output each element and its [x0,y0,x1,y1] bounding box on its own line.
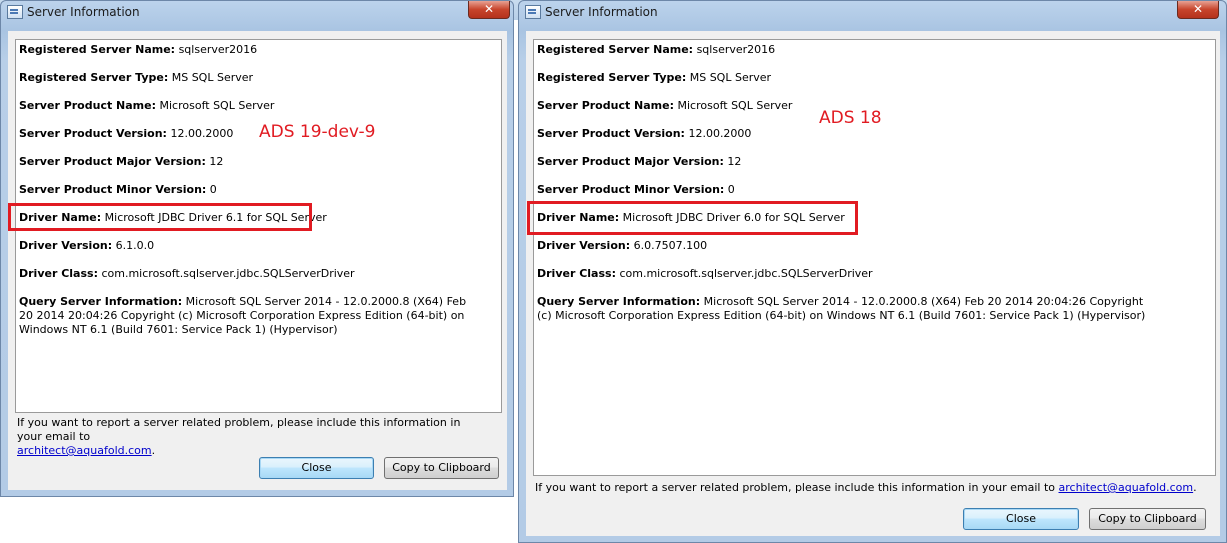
field-driver-name: Driver Name: Microsoft JDBC Driver 6.1 f… [19,211,327,225]
field-registered-server-name: Registered Server Name: sqlserver2016 [19,43,257,57]
field-value: MS SQL Server [686,71,772,84]
field-value: sqlserver2016 [693,43,776,56]
field-server-product-major-version: Server Product Major Version: 12 [537,155,741,169]
close-button[interactable]: Close [259,457,374,479]
server-information-window-left: Server Information ✕ Registered Server N… [0,0,514,497]
window-title: Server Information [27,5,140,19]
field-label: Server Product Minor Version: [19,183,207,196]
field-driver-class: Driver Class: com.microsoft.sqlserver.jd… [19,267,355,281]
title-bar[interactable]: Server Information [519,1,1226,25]
copy-to-clipboard-button[interactable]: Copy to Clipboard [1089,508,1206,530]
field-label: Driver Class: [537,267,616,280]
field-server-product-major-version: Server Product Major Version: 12 [19,155,223,169]
field-value: Microsoft SQL Server [674,99,793,112]
field-label: Server Product Version: [19,127,167,140]
field-label: Server Product Major Version: [19,155,206,168]
field-value: 12.00.2000 [684,127,752,140]
field-label: Registered Server Type: [537,71,687,84]
field-value: 0 [724,183,735,196]
field-label: Registered Server Type: [19,71,169,84]
title-bar[interactable]: Server Information [1,1,513,25]
field-label: Driver Name: [537,211,620,224]
note-text: If you want to report a server related p… [17,416,461,443]
field-driver-name: Driver Name: Microsoft JDBC Driver 6.0 f… [537,211,845,225]
field-value: com.microsoft.sqlserver.jdbc.SQLServerDr… [615,267,873,280]
field-server-product-name: Server Product Name: Microsoft SQL Serve… [537,99,792,113]
field-server-product-version: Server Product Version: 12.00.2000 [537,127,751,141]
field-label: Driver Class: [19,267,98,280]
note-end: . [151,444,156,457]
field-driver-class: Driver Class: com.microsoft.sqlserver.jd… [537,267,873,281]
field-label: Server Product Version: [537,127,685,140]
field-label: Server Product Minor Version: [537,183,725,196]
field-value: 12 [205,155,224,168]
dialog-client-area: Registered Server Name: sqlserver2016 Re… [8,31,507,490]
note-end: . [1193,481,1197,494]
window-icon [525,5,541,19]
field-value: 12 [723,155,742,168]
field-value: Microsoft JDBC Driver 6.0 for SQL Server [619,211,845,224]
field-driver-version: Driver Version: 6.0.7507.100 [537,239,707,253]
field-label: Driver Version: [537,239,631,252]
copy-to-clipboard-button[interactable]: Copy to Clipboard [384,457,499,479]
server-info-panel: Registered Server Name: sqlserver2016 Re… [15,39,502,413]
report-note: If you want to report a server related p… [535,481,1215,495]
dialog-client-area: Registered Server Name: sqlserver2016 Re… [526,31,1220,536]
field-label: Query Server Information: [19,295,183,308]
window-title: Server Information [545,5,658,19]
field-query-server-information: Query Server Information: Microsoft SQL … [537,295,1147,323]
field-label: Server Product Name: [19,99,157,112]
field-label: Driver Name: [19,211,102,224]
field-value: 6.0.7507.100 [630,239,708,252]
field-server-product-minor-version: Server Product Minor Version: 0 [19,183,217,197]
field-server-product-name: Server Product Name: Microsoft SQL Serve… [19,99,274,113]
field-label: Registered Server Name: [19,43,176,56]
field-label: Server Product Major Version: [537,155,724,168]
close-x-icon[interactable]: ✕ [468,1,510,19]
field-label: Registered Server Name: [537,43,694,56]
field-value: sqlserver2016 [175,43,258,56]
close-x-icon[interactable]: ✕ [1177,1,1219,19]
version-annotation: ADS 19-dev-9 [259,122,376,142]
field-value: Microsoft SQL Server [156,99,275,112]
email-link[interactable]: architect@aquafold.com [1059,481,1194,494]
server-info-panel: Registered Server Name: sqlserver2016 Re… [533,39,1216,476]
field-value: MS SQL Server [168,71,254,84]
field-server-product-minor-version: Server Product Minor Version: 0 [537,183,735,197]
close-button[interactable]: Close [963,508,1079,530]
report-note: If you want to report a server related p… [17,416,487,458]
field-server-product-version: Server Product Version: 12.00.2000 [19,127,233,141]
note-text: If you want to report a server related p… [535,481,1056,494]
field-value: 12.00.2000 [166,127,234,140]
window-icon [7,5,23,19]
server-information-window-right: Server Information ✕ Registered Server N… [518,0,1227,543]
field-registered-server-type: Registered Server Type: MS SQL Server [537,71,771,85]
version-annotation: ADS 18 [819,108,882,128]
field-registered-server-name: Registered Server Name: sqlserver2016 [537,43,775,57]
field-label: Driver Version: [19,239,113,252]
field-value: 6.1.0.0 [112,239,155,252]
email-link[interactable]: architect@aquafold.com [17,444,152,457]
field-value: Microsoft JDBC Driver 6.1 for SQL Server [101,211,327,224]
field-query-server-information: Query Server Information: Microsoft SQL … [19,295,471,337]
field-label: Server Product Name: [537,99,675,112]
field-value: com.microsoft.sqlserver.jdbc.SQLServerDr… [97,267,355,280]
field-value: 0 [206,183,217,196]
field-registered-server-type: Registered Server Type: MS SQL Server [19,71,253,85]
field-driver-version: Driver Version: 6.1.0.0 [19,239,154,253]
field-label: Query Server Information: [537,295,701,308]
